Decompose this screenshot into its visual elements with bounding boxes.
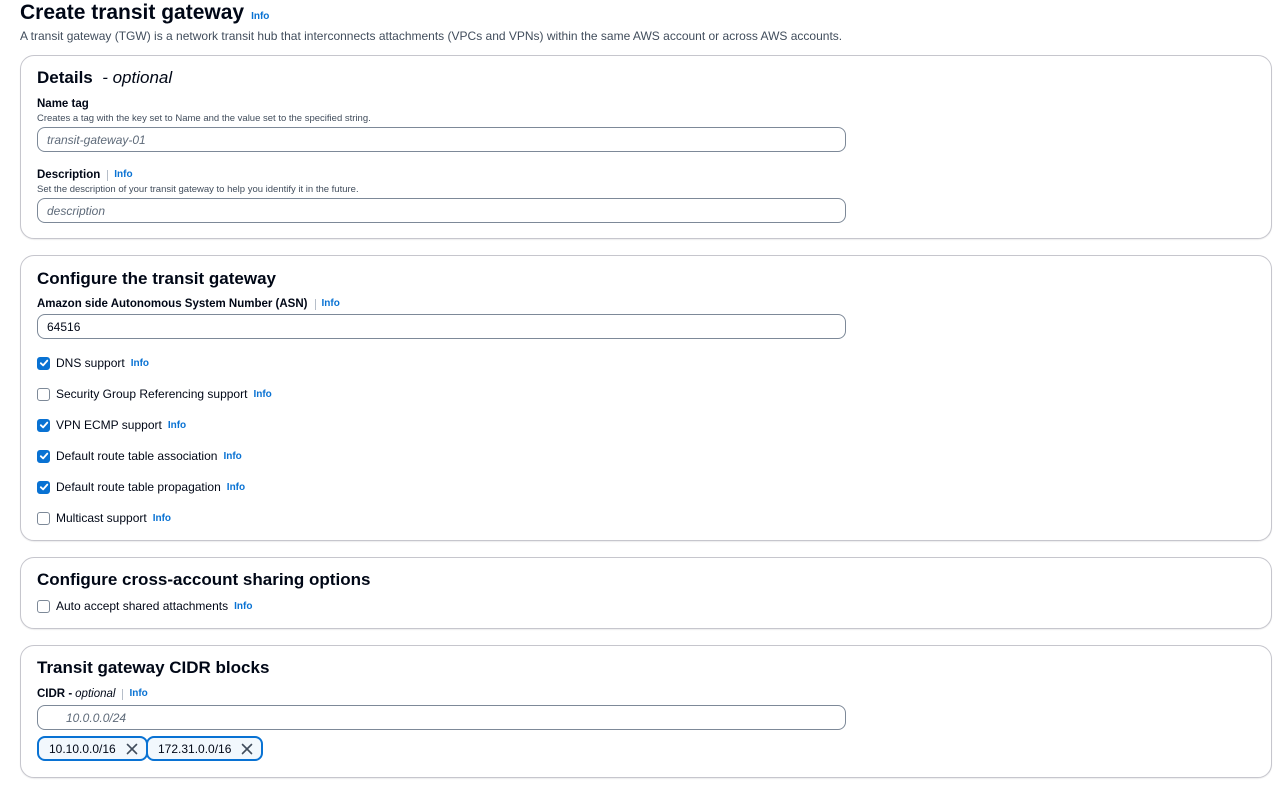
cidr-search	[37, 705, 846, 730]
close-icon[interactable]	[126, 743, 138, 755]
check-icon	[39, 359, 48, 367]
page-description: A transit gateway (TGW) is a network tra…	[20, 29, 843, 43]
route-association-info-link[interactable]: Info	[223, 451, 241, 462]
cidr-title: Transit gateway CIDR blocks	[37, 658, 270, 677]
cidr-panel: Transit gateway CIDR blocks CIDR - option…	[20, 645, 1272, 778]
cidr-label: CIDR - optional Info	[37, 687, 148, 701]
option-label: Default route table propagation	[56, 480, 221, 494]
cidr-search-input[interactable]	[37, 705, 846, 730]
option-vpn-ecmp-support[interactable]: VPN ECMP support Info	[37, 418, 186, 432]
option-security-group-referencing[interactable]: Security Group Referencing support Info	[37, 387, 272, 401]
option-label: Default route table association	[56, 449, 218, 463]
auto-accept-checkbox[interactable]	[37, 599, 50, 613]
option-default-route-association[interactable]: Default route table association Info	[37, 449, 242, 463]
sharing-panel: Configure cross-account sharing options …	[20, 557, 1272, 629]
check-icon	[39, 421, 48, 429]
label-separator	[314, 298, 316, 310]
multicast-info-link[interactable]: Info	[153, 513, 171, 524]
asn-input[interactable]	[37, 314, 846, 339]
route-propagation-checkbox[interactable]	[37, 480, 50, 494]
option-label: Multicast support	[56, 511, 147, 525]
dns-support-info-link[interactable]: Info	[131, 358, 149, 369]
label-separator	[107, 169, 109, 181]
vpn-ecmp-info-link[interactable]: Info	[168, 420, 186, 431]
name-tag-label: Name tag	[37, 98, 89, 110]
details-panel: Details - optional Name tag Creates a ta…	[20, 55, 1272, 239]
asn-label: Amazon side Autonomous System Number (AS…	[37, 297, 340, 311]
configure-title: Configure the transit gateway	[37, 269, 276, 288]
option-label: DNS support	[56, 356, 125, 370]
multicast-checkbox[interactable]	[37, 511, 50, 525]
token-label: 10.10.0.0/16	[49, 741, 116, 756]
option-multicast-support[interactable]: Multicast support Info	[37, 511, 171, 525]
page-info-link[interactable]: Info	[251, 11, 269, 22]
auto-accept-info-link[interactable]: Info	[234, 601, 252, 612]
option-label: Security Group Referencing support	[56, 387, 248, 401]
option-default-route-propagation[interactable]: Default route table propagation Info	[37, 480, 245, 494]
name-tag-hint: Creates a tag with the key set to Name a…	[37, 113, 371, 124]
page-header: Create transit gateway Info A transit ga…	[20, 0, 1260, 44]
cidr-token: 10.10.0.0/16	[37, 736, 148, 761]
cidr-token: 172.31.0.0/16	[146, 736, 264, 761]
security-group-referencing-checkbox[interactable]	[37, 387, 50, 401]
option-label: Auto accept shared attachments	[56, 599, 229, 613]
route-propagation-info-link[interactable]: Info	[227, 482, 245, 493]
name-tag-input[interactable]	[37, 127, 846, 152]
check-icon	[39, 483, 48, 491]
option-label: VPN ECMP support	[56, 418, 162, 432]
token-label: 172.31.0.0/16	[158, 741, 232, 756]
option-dns-support[interactable]: DNS support Info	[37, 356, 149, 370]
close-icon[interactable]	[241, 743, 253, 755]
cidr-info-link[interactable]: Info	[129, 687, 147, 701]
description-hint: Set the description of your transit gate…	[37, 184, 359, 195]
page-title: Create transit gateway	[20, 1, 245, 24]
configure-panel: Configure the transit gateway Amazon sid…	[20, 255, 1272, 541]
create-transit-gateway-page: Create transit gateway Info A transit ga…	[0, 0, 1280, 785]
description-input[interactable]	[37, 198, 846, 223]
option-auto-accept[interactable]: Auto accept shared attachments Info	[37, 599, 252, 613]
sharing-title: Configure cross-account sharing options	[37, 570, 371, 589]
check-icon	[39, 452, 48, 460]
route-association-checkbox[interactable]	[37, 449, 50, 463]
dns-support-checkbox[interactable]	[37, 356, 50, 370]
description-info-link[interactable]: Info	[114, 168, 132, 182]
label-separator	[122, 688, 124, 700]
asn-info-link[interactable]: Info	[322, 297, 340, 311]
details-title: Details - optional	[37, 68, 173, 87]
security-group-info-link[interactable]: Info	[253, 389, 271, 400]
description-label: Description Info	[37, 168, 133, 182]
vpn-ecmp-checkbox[interactable]	[37, 418, 50, 432]
